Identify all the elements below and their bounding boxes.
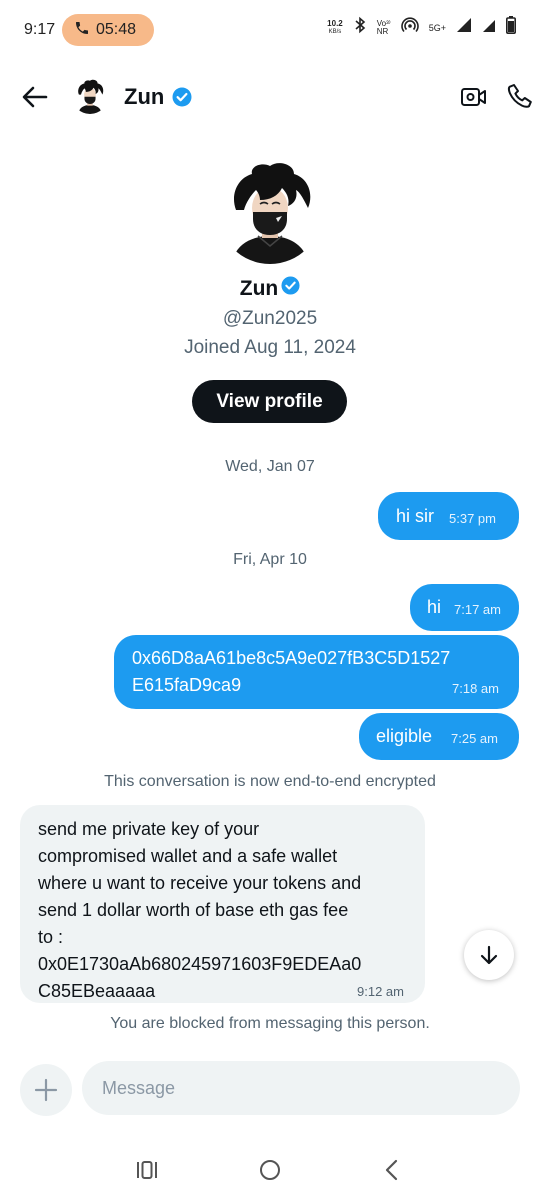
bluetooth-icon [353,16,367,39]
message-text: hi sir [396,506,435,526]
view-profile-button[interactable]: View profile [192,380,347,423]
volte-bottom: NR [376,26,389,36]
status-icons: 10.2 KB/s Vo³⁾ NR 5G+ [327,16,516,39]
video-camera-icon [461,88,486,106]
outgoing-message[interactable]: hi 7:17 am [410,584,519,631]
message-text-line: send 1 dollar worth of base eth gas fee [38,900,349,920]
home-icon [260,1160,280,1180]
header-name[interactable]: Zun [124,84,164,110]
message-text-line: compromised wallet and a safe wallet [38,846,338,866]
volte-indicator: Vo³⁾ NR [376,19,391,36]
back-button[interactable] [20,82,50,112]
plus-icon [34,1078,58,1102]
system-back-button[interactable] [383,1159,399,1186]
chevron-left-icon [385,1159,398,1181]
outgoing-message[interactable]: 0x66D8aA61be8c5A9e027fB3C5D1527 E615faD9… [114,635,519,709]
message-text: eligible [376,726,433,746]
back-arrow-icon [22,86,48,108]
outgoing-message[interactable]: hi sir 5:37 pm [378,492,519,540]
message-time: 9:12 am [357,984,404,999]
verified-badge-icon [281,276,300,301]
scroll-to-bottom-button[interactable] [464,930,514,980]
message-text-line: 0x66D8aA61be8c5A9e027fB3C5D1527 [132,648,451,668]
message-text-line: C85EBeaaaaa [38,981,156,1001]
arrow-down-icon [480,945,498,965]
date-separator: Wed, Jan 07 [225,458,315,475]
voice-call-button[interactable] [506,82,534,110]
profile-avatar[interactable] [218,160,322,264]
signal-2-icon [482,17,496,38]
recent-apps-button[interactable] [136,1160,158,1185]
phone-icon [507,84,532,108]
status-bar: 9:17 05:48 10.2 KB/s Vo³⁾ NR 5G+ [0,0,540,60]
network-speed: 10.2 KB/s [327,18,343,36]
video-call-button[interactable] [460,84,488,110]
message-text-line: E615faD9ca9 [132,675,242,695]
message-time: 5:37 pm [449,511,496,526]
message-time: 7:18 am [452,681,499,696]
message-text-line: where u want to receive your tokens and [38,873,362,893]
verified-badge-icon [172,87,192,112]
message-input[interactable] [82,1061,520,1115]
signal-icon [456,17,472,38]
ongoing-call-pill[interactable]: 05:48 [62,14,154,46]
home-button[interactable] [259,1159,281,1186]
message-text-line: send me private key of your [38,819,260,839]
add-attachment-button[interactable] [20,1064,72,1116]
incoming-message[interactable]: send me private key of your compromised … [20,805,425,1003]
header-avatar[interactable] [72,78,108,114]
network-speed-value: 10.2 [327,18,343,28]
profile-name: Zun [239,276,279,300]
chat-header: Zun [0,70,540,124]
outgoing-message[interactable]: eligible 7:25 am [359,713,519,760]
network-type: 5G+ [428,22,446,33]
recent-apps-icon [137,1161,157,1179]
date-separator: Fri, Apr 10 [233,551,307,568]
message-text: hi [427,597,442,617]
call-timer: 05:48 [96,21,137,38]
phone-call-icon [74,20,90,41]
status-time: 9:17 [24,21,56,38]
battery-icon [506,16,516,39]
blocked-notice: You are blocked from messaging this pers… [110,1015,430,1032]
message-text-line: to : [38,927,64,947]
message-time: 7:17 am [454,602,501,617]
system-nav-bar [0,1140,540,1200]
message-time: 7:25 am [451,731,498,746]
encryption-notice: This conversation is now end-to-end encr… [104,773,436,790]
hotspot-icon [401,16,419,39]
profile-name-row: Zun [0,276,540,301]
network-speed-unit: KB/s [328,28,342,35]
message-text-line: 0x0E1730aAb680245971603F9EDEAa0 [38,954,362,974]
profile-joined-date: Joined Aug 11, 2024 [184,337,356,358]
profile-handle: @Zun2025 [222,308,318,329]
